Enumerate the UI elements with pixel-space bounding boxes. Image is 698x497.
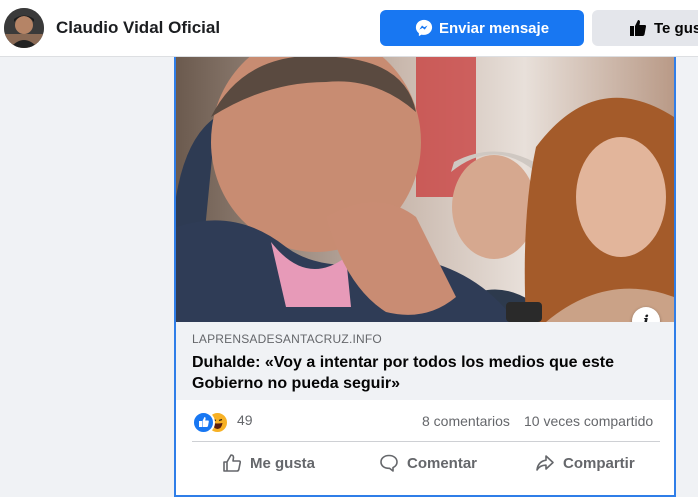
thumbs-up-outline-icon [223, 454, 242, 472]
avatar-photo [4, 8, 44, 48]
send-message-button[interactable]: Enviar mensaje [380, 10, 584, 46]
like-reaction-icon [192, 411, 215, 434]
like-page-button[interactable]: Te gusta [592, 10, 698, 46]
page-avatar[interactable] [4, 8, 44, 48]
post-actions: Me gusta Comentar Compartir [176, 445, 674, 485]
link-preview-image[interactable] [176, 57, 674, 322]
actions-divider [192, 441, 660, 442]
comment-label: Comentar [407, 454, 478, 472]
post-card: i LAPRENSADESANTACRUZ.INFO Duhalde: «Voy… [174, 57, 676, 497]
page-title[interactable]: Claudio Vidal Oficial [56, 18, 220, 38]
reaction-icons[interactable] [192, 411, 232, 434]
comment-icon [380, 454, 398, 472]
share-button[interactable]: Compartir [535, 445, 635, 481]
like-label: Me gusta [250, 454, 316, 472]
like-button[interactable]: Me gusta [222, 445, 315, 481]
send-message-label: Enviar mensaje [438, 19, 550, 37]
shares-count[interactable]: 10 veces compartido [524, 413, 653, 429]
link-preview-meta[interactable]: LAPRENSADESANTACRUZ.INFO Duhalde: «Voy a… [176, 322, 674, 400]
share-label: Compartir [563, 454, 635, 472]
news-photo [176, 57, 674, 322]
reactions-summary: 49 8 comentarios 10 veces compartido [176, 400, 674, 442]
link-title[interactable]: Duhalde: «Voy a intentar por todos los m… [192, 352, 658, 394]
share-arrow-icon [536, 455, 554, 471]
comments-count[interactable]: 8 comentarios [422, 413, 510, 429]
messenger-icon [415, 19, 433, 37]
like-page-label: Te gusta [654, 19, 698, 37]
page-header: Claudio Vidal Oficial Enviar mensaje Te … [0, 0, 698, 57]
reaction-count[interactable]: 49 [237, 412, 253, 428]
comment-button[interactable]: Comentar [379, 445, 477, 481]
link-domain: LAPRENSADESANTACRUZ.INFO [192, 332, 382, 346]
thumbs-up-icon [630, 20, 646, 36]
